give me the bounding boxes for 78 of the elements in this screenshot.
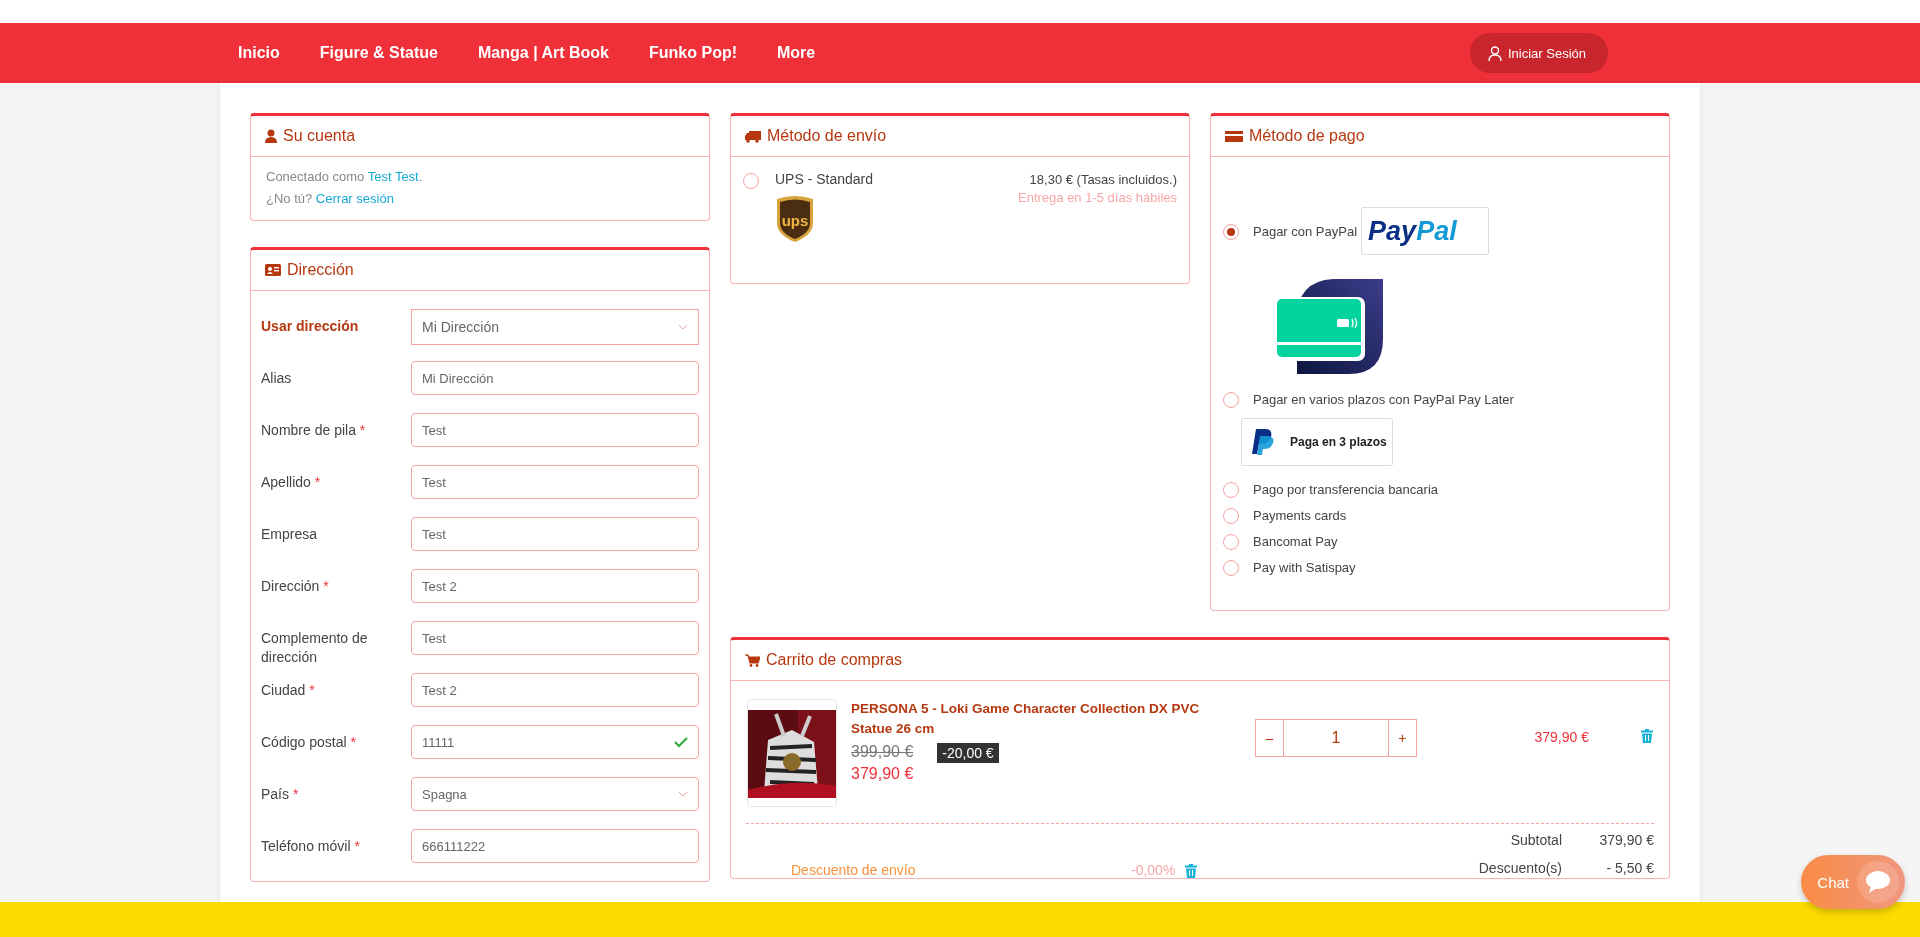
nav-link[interactable]: Funko Pop! (649, 44, 737, 62)
field-label: Complemento de dirección (261, 630, 368, 665)
account-text: ¿No tú? Cerrar sesión (266, 190, 395, 208)
input-field[interactable]: 11111 (411, 725, 699, 759)
total-label: Descuento(s) (1478, 859, 1562, 878)
login-button[interactable]: Iniciar Sesión (1469, 33, 1608, 73)
carrier-name: UPS - Standard (775, 171, 875, 187)
truck-icon (745, 129, 761, 143)
chevron-down-icon (678, 791, 688, 797)
total-label: Subtotal (1509, 832, 1562, 850)
payment-option-label[interactable]: Pago por transferencia bancaria (1253, 481, 1438, 497)
account-text: Conectado como Test Test. (266, 168, 424, 186)
voucher-name: Descuento de envío (791, 862, 917, 878)
card-title: Su cuenta (283, 127, 356, 145)
required-mark: * (314, 474, 321, 490)
trash-icon[interactable] (1185, 864, 1198, 878)
field-label: Apellido (261, 474, 311, 490)
paypal-logo: PayPal (1361, 207, 1490, 255)
field-label: Teléfono móvil (261, 838, 351, 854)
user-icon (1487, 45, 1502, 61)
total-value: - 5,50 € (1605, 859, 1654, 878)
nav-link[interactable]: Figure & Statue (319, 44, 438, 62)
line-total: 379,90 € (1533, 729, 1589, 745)
input-field[interactable]: Test (411, 413, 699, 447)
voucher-value: -0,00% (1131, 862, 1176, 878)
pay-later-badge: Paga en 3 plazos (1241, 418, 1393, 466)
chat-bubble-icon (1865, 870, 1891, 894)
paypal-p-icon (1252, 429, 1274, 455)
field-label: Dirección (261, 578, 320, 594)
required-mark: * (309, 682, 315, 698)
user-icon (265, 129, 277, 143)
id-card-icon (265, 264, 281, 276)
chevron-down-icon (678, 324, 688, 330)
nav-link[interactable]: More (777, 44, 816, 62)
card-title: Método de pago (1249, 127, 1365, 145)
field-label: Alias (261, 370, 292, 386)
payment-option-label[interactable]: Pagar con PayPal (1253, 223, 1358, 239)
shipping-price: 18,30 € (Tasas incluidos.) (1028, 171, 1177, 189)
old-price: 399,90 € (851, 742, 914, 762)
field-label: Código postal (261, 734, 347, 750)
input-field[interactable]: 666111222 (411, 829, 699, 863)
delivery-time: Entrega en 1-5 días hábiles (1018, 189, 1177, 207)
required-mark: * (354, 838, 360, 854)
discount-badge: -20,00 € (937, 743, 999, 763)
remove-button[interactable] (1641, 729, 1653, 743)
credit-card-icon (1225, 130, 1243, 142)
input-field[interactable]: Test (411, 465, 699, 499)
field-label: País (261, 786, 289, 802)
nav-link[interactable]: Manga | Art Book (478, 44, 609, 62)
address-select[interactable]: Mi Dirección (411, 309, 699, 345)
payment-option-label[interactable]: Pagar en varios plazos con PayPal Pay Later (1253, 391, 1514, 407)
input-field[interactable]: Test 2 (411, 673, 699, 707)
quantity-stepper[interactable]: – 1 + (1254, 719, 1417, 757)
product-name[interactable]: PERSONA 5 - Loki Game Character Collection DX PVC Statue 26 cm (851, 699, 1221, 739)
product-price: 379,90 € (851, 764, 914, 784)
card-title: Método de envío (767, 127, 887, 145)
input-field[interactable]: Test (411, 517, 699, 551)
payment-option-label[interactable]: Pay with Satispay (1253, 559, 1356, 575)
field-label: Ciudad (261, 682, 306, 698)
total-value: 379,90 € (1598, 832, 1654, 850)
field-label: Usar dirección (261, 318, 359, 334)
field-label: Empresa (261, 526, 318, 542)
input-field[interactable]: Test 2 (411, 569, 699, 603)
payment-option-label[interactable]: Payments cards (1253, 507, 1347, 523)
input-field[interactable]: Mi Dirección (411, 361, 699, 395)
payment-option-label[interactable]: Bancomat Pay (1253, 533, 1338, 549)
nav-link[interactable]: Inicio (238, 44, 280, 62)
required-mark: * (359, 422, 366, 438)
carrier-logo: ups (775, 195, 815, 243)
required-mark: * (350, 734, 356, 750)
required-mark: * (292, 786, 299, 802)
card-title: Dirección (287, 261, 354, 279)
required-mark: * (323, 578, 329, 594)
card-title: Carrito de compras (766, 651, 903, 669)
cart-icon (745, 653, 760, 667)
input-field[interactable]: Test (411, 621, 699, 655)
field-label: Nombre de pila (261, 422, 356, 438)
country-select[interactable]: Spagna (411, 777, 699, 811)
